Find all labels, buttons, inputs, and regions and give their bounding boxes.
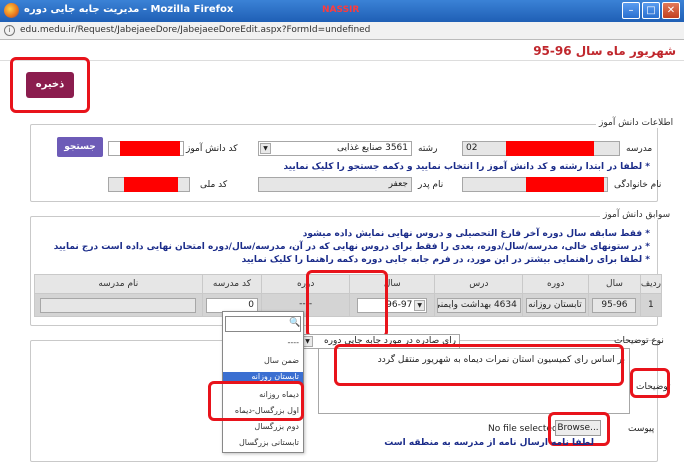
- highlight-dropdown-options: [208, 381, 304, 421]
- save-button[interactable]: ذخیره: [26, 72, 74, 98]
- column-header: درس: [434, 274, 524, 294]
- row-year: 95-96: [588, 293, 641, 317]
- row-school-name: [34, 293, 203, 317]
- student-code-label: کد دانش آموز: [186, 144, 238, 154]
- student-info-legend: اطلاعات دانش آموز: [596, 118, 677, 128]
- close-button[interactable]: ✕: [662, 2, 680, 19]
- father-field: جعفر: [258, 177, 412, 192]
- dropdown-option[interactable]: دوم بزرگسال: [254, 422, 299, 431]
- url-bar[interactable]: i edu.medu.ir/Request/JabejaeeDore/Jabej…: [0, 22, 684, 40]
- row-index: 1: [639, 293, 663, 317]
- father-label: نام پدر: [418, 180, 444, 190]
- column-header: کد مدرسه: [201, 274, 263, 294]
- search-button[interactable]: جستجو: [57, 137, 103, 157]
- site-info-icon[interactable]: i: [4, 25, 15, 36]
- chevron-down-icon: ▼: [260, 143, 271, 154]
- column-header: نام مدرسه: [34, 274, 203, 294]
- national-code-label: کد ملی: [200, 180, 228, 190]
- major-label: رشته: [418, 144, 438, 154]
- page-title: شهریور ماه سال 96-95: [533, 44, 676, 58]
- maximize-button[interactable]: □: [642, 2, 660, 19]
- search-icon: 🔍: [289, 318, 301, 328]
- window-title: مدیریت جابه جایی دوره - Mozilla Firefox: [24, 4, 234, 15]
- history-note-1: * فقط سابقه سال دوره آخر فارغ التحصیلی و…: [302, 229, 650, 239]
- chevron-down-icon: ▼: [414, 299, 426, 311]
- student-note: * لطفا در ابتدا رشته و کد دانش آموز را ا…: [283, 162, 650, 172]
- major-select[interactable]: 3561 صنایع غذایی ▼: [258, 141, 412, 156]
- redaction: [120, 141, 180, 156]
- minimize-button[interactable]: –: [622, 2, 640, 19]
- redaction: [526, 177, 604, 192]
- dropdown-option[interactable]: تابستانی بزرگسال: [239, 438, 299, 447]
- dropdown-option[interactable]: ----: [287, 338, 299, 347]
- redaction: [506, 141, 594, 156]
- firefox-icon: [4, 3, 19, 18]
- window-titlebar: مدیریت جابه جایی دوره - Mozilla Firefox …: [0, 0, 684, 22]
- highlight-description-label: [630, 368, 670, 398]
- attachment-label: پیوست: [628, 424, 655, 434]
- school-label: مدرسه: [626, 144, 653, 154]
- row-course: 4634 بهداشت وایمنی کا: [434, 293, 524, 317]
- history-legend: سوابق دانش آموز: [600, 210, 674, 220]
- school-name-field: [40, 297, 197, 313]
- page-header: شهریور ماه سال 96-95: [0, 41, 684, 61]
- dropdown-search-input[interactable]: 🔍: [225, 316, 301, 332]
- family-label: نام خانوادگی: [614, 180, 662, 190]
- dropdown-option[interactable]: ضمن سال: [264, 356, 299, 365]
- highlight-description: [334, 344, 624, 386]
- url-text[interactable]: edu.medu.ir/Request/JabejaeeDore/Jabejae…: [20, 25, 370, 35]
- column-header: ردیف: [639, 274, 663, 294]
- attachment-note: لطفا نامه ارسال نامه از مدرسه به منطقه ا…: [384, 438, 594, 448]
- row-period: تابستان روزانه: [522, 293, 590, 317]
- highlight-year: [306, 270, 388, 338]
- history-note-2: * در ستونهای خالی، مدرسه/سال/دوره، بعدی …: [53, 242, 650, 252]
- window-tag: NASSIR: [322, 5, 360, 15]
- redaction: [124, 177, 178, 192]
- column-header: دوره: [522, 274, 590, 294]
- history-note-3: * لطفا برای راهنمایی بیشتر در این مورد، …: [241, 255, 650, 265]
- column-header: سال: [588, 274, 641, 294]
